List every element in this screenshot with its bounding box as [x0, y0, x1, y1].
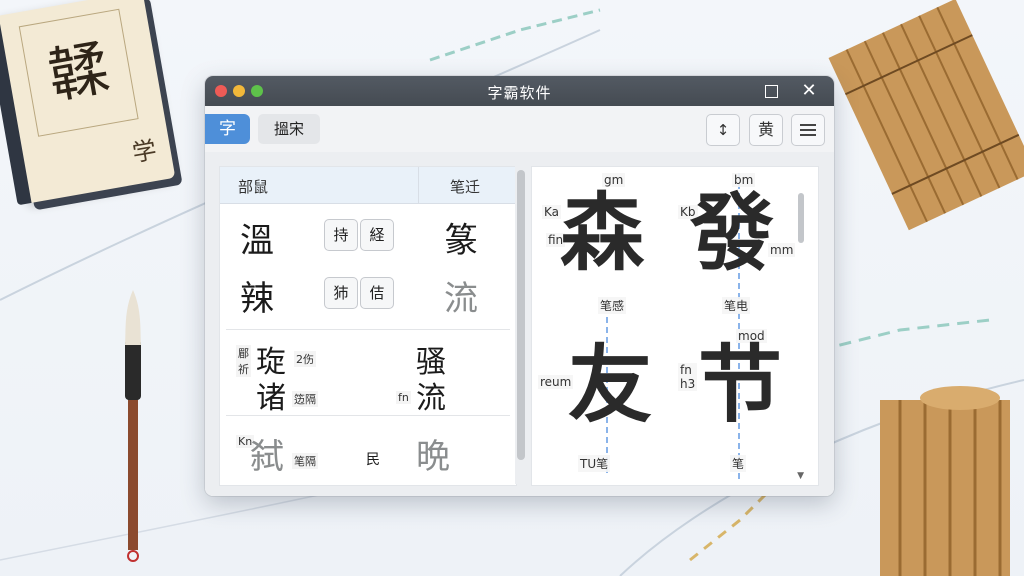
character-detail-pane: gm Ka fin 森 笔感 bm Kb mm 發 笔电 reum 友 TU笔 …	[531, 166, 819, 486]
book-title: 韖	[18, 8, 139, 137]
maximize-icon	[764, 85, 778, 98]
header-radical[interactable]: 部鼠	[238, 176, 268, 197]
close-button[interactable]: ✕	[798, 80, 820, 102]
list-item[interactable]: 诸	[256, 373, 286, 417]
list-item[interactable]: 溫	[240, 213, 274, 262]
char-label: Ka	[542, 205, 562, 219]
bamboo-slips-illustration	[828, 0, 1024, 231]
header-divider	[418, 167, 419, 203]
menu-icon	[800, 124, 816, 136]
list-item[interactable]: 晩	[416, 429, 450, 478]
book-illustration: 韖 学	[0, 0, 176, 206]
chip-button[interactable]: 持	[324, 219, 358, 251]
list-item[interactable]: 弑	[250, 429, 284, 478]
brush-illustration	[125, 290, 141, 562]
sort-icon: ↕	[716, 121, 730, 139]
toolbar: 字 搵宋 ↕ 黄	[205, 106, 834, 153]
chip-button[interactable]: 佶	[360, 277, 394, 309]
detail-character[interactable]: 友	[568, 343, 652, 427]
title-bar[interactable]: 字霸软件 ✕	[205, 76, 834, 106]
list-scrollbar[interactable]	[515, 166, 527, 484]
list-item[interactable]: 流	[444, 271, 478, 320]
scroll-down-icon[interactable]: ▼	[797, 471, 804, 481]
sort-button[interactable]: ↕	[706, 114, 740, 146]
item-tag: 笾隔	[292, 391, 318, 407]
huang-button[interactable]: 黄	[749, 114, 783, 146]
app-window: 字霸软件 ✕ 字 搵宋 ↕ 黄 部鼠 笔迁 溫 持 経 篆 辣 犻 佶 流 郿 …	[205, 76, 834, 496]
stroke-count: 笔感	[598, 297, 627, 314]
detail-scrollbar[interactable]	[796, 185, 806, 485]
window-title: 字霸软件	[487, 84, 552, 102]
list-item[interactable]: 篆	[444, 213, 478, 262]
row-divider	[226, 329, 510, 330]
book-subtitle: 学	[130, 135, 159, 168]
detail-character[interactable]: 节	[698, 343, 782, 427]
detail-character[interactable]: 發	[690, 191, 774, 275]
stroke-count: 笔	[730, 455, 747, 472]
list-item[interactable]: 流	[416, 373, 446, 417]
item-tag: 笔隔	[292, 453, 318, 469]
chip-button[interactable]: 犻	[324, 277, 358, 309]
scrollbar-thumb[interactable]	[517, 170, 525, 460]
item-tag: 郿 祈	[236, 345, 251, 377]
row-divider	[226, 415, 510, 416]
tab-character[interactable]: 字	[205, 114, 250, 144]
list-item[interactable]: 民	[366, 449, 380, 469]
stroke-count: TU笔	[578, 455, 611, 472]
detail-character[interactable]: 森	[560, 191, 644, 275]
list-header: 部鼠 笔迁	[220, 167, 516, 204]
close-icon: ✕	[801, 80, 817, 101]
stroke-count: 笔电	[722, 297, 751, 314]
scrollbar-thumb[interactable]	[798, 193, 804, 243]
menu-button[interactable]	[791, 114, 825, 146]
chip-button[interactable]: 経	[360, 219, 394, 251]
tab-search[interactable]: 搵宋	[258, 114, 320, 144]
char-label: fn h3	[678, 363, 698, 391]
item-tag: 2伤	[294, 351, 316, 367]
maximize-button[interactable]	[760, 80, 782, 102]
bamboo-roll-illustration	[880, 386, 1010, 576]
content-area: 部鼠 笔迁 溫 持 経 篆 辣 犻 佶 流 郿 祈 琁 2伤 诸 笾隔 骚 流 …	[205, 152, 834, 496]
header-strokes[interactable]: 笔迁	[450, 176, 480, 197]
character-list-pane: 部鼠 笔迁 溫 持 経 篆 辣 犻 佶 流 郿 祈 琁 2伤 诸 笾隔 骚 流 …	[219, 166, 517, 486]
list-item[interactable]: 辣	[240, 271, 274, 320]
item-tag: fn	[396, 391, 411, 404]
